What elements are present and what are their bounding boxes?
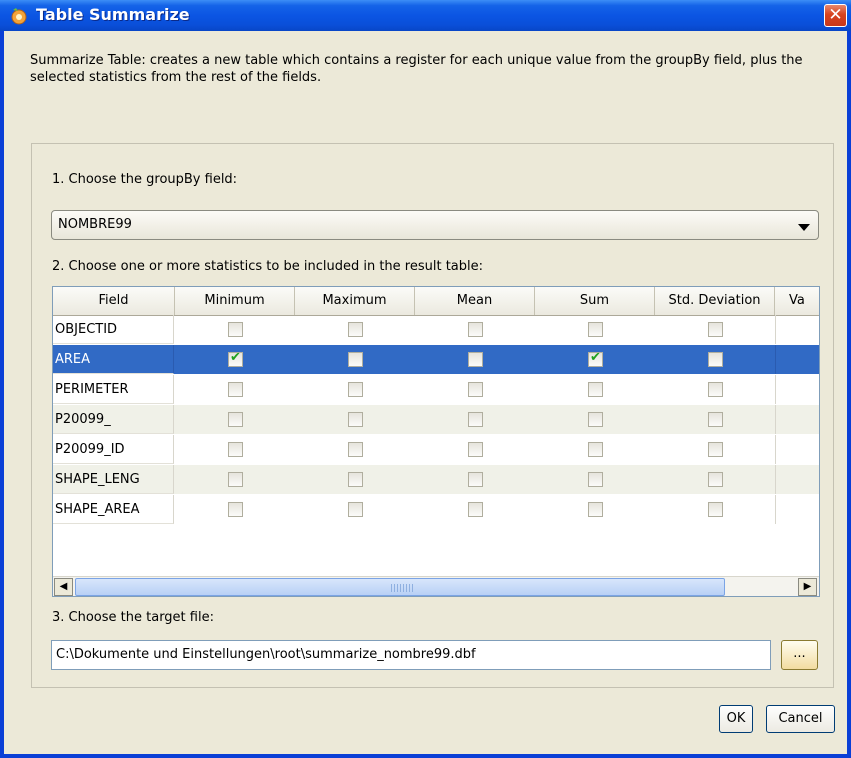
gvsig-app-icon: [11, 8, 27, 25]
sum-checkbox[interactable]: [588, 412, 603, 427]
description-text: Summarize Table: creates a new table whi…: [30, 53, 803, 85]
field-name-cell: AREA: [53, 345, 174, 374]
std-deviation-checkbox[interactable]: [708, 442, 723, 457]
column-header-maximum[interactable]: Maximum: [295, 287, 415, 315]
arrow-left-icon: ◀: [59, 581, 68, 592]
horizontal-scrollbar[interactable]: ◀ ▶: [53, 576, 819, 596]
maximum-checkbox[interactable]: [348, 412, 363, 427]
minimum-checkbox[interactable]: [228, 502, 243, 517]
std-deviation-checkbox[interactable]: [708, 322, 723, 337]
cancel-button[interactable]: Cancel: [766, 705, 835, 733]
variance-cell: [775, 495, 776, 524]
field-name-cell: SHAPE_LENG: [53, 465, 174, 494]
minimum-checkbox[interactable]: [228, 472, 243, 487]
field-name-cell: P20099_: [53, 405, 174, 434]
variance-cell: [775, 345, 776, 374]
variance-cell: [775, 315, 776, 344]
variance-cell: [775, 375, 776, 404]
field-name-cell: P20099_ID: [53, 435, 174, 464]
column-header-minimum[interactable]: Minimum: [175, 287, 295, 315]
scroll-left-button[interactable]: ◀: [54, 578, 73, 596]
maximum-checkbox[interactable]: [348, 322, 363, 337]
minimum-checkbox[interactable]: [228, 322, 243, 337]
scroll-right-button[interactable]: ▶: [798, 578, 817, 596]
mean-checkbox[interactable]: [468, 472, 483, 487]
groupby-combobox[interactable]: NOMBRE99: [51, 210, 819, 240]
statistics-label: 2. Choose one or more statistics to be i…: [52, 259, 484, 274]
table-row[interactable]: PERIMETER: [53, 375, 819, 404]
variance-cell: [775, 405, 776, 434]
column-header-std-deviation[interactable]: Std. Deviation: [655, 287, 775, 315]
sum-checkbox[interactable]: [588, 472, 603, 487]
mean-checkbox[interactable]: [468, 352, 483, 367]
checkmark-icon: ✔: [230, 350, 241, 365]
target-file-label: 3. Choose the target file:: [52, 610, 214, 625]
mean-checkbox[interactable]: [468, 502, 483, 517]
std-deviation-checkbox[interactable]: [708, 502, 723, 517]
ok-button[interactable]: OK: [719, 705, 753, 733]
maximum-checkbox[interactable]: [348, 382, 363, 397]
table-header: Field Minimum Maximum Mean Sum Std. Devi…: [53, 287, 819, 316]
mean-checkbox[interactable]: [468, 382, 483, 397]
statistics-table: Field Minimum Maximum Mean Sum Std. Devi…: [52, 286, 820, 597]
minimum-checkbox[interactable]: [228, 412, 243, 427]
minimum-checkbox[interactable]: [228, 382, 243, 397]
title-bar[interactable]: Table Summarize ✕: [0, 0, 851, 31]
variance-cell: [775, 465, 776, 494]
table-row[interactable]: OBJECTID: [53, 315, 819, 344]
table-row[interactable]: SHAPE_LENG: [53, 465, 819, 494]
mean-checkbox[interactable]: [468, 442, 483, 457]
arrow-right-icon: ▶: [803, 581, 812, 592]
sum-checkbox[interactable]: [588, 502, 603, 517]
mean-checkbox[interactable]: [468, 322, 483, 337]
field-name-cell: OBJECTID: [53, 315, 174, 344]
variance-cell: [775, 435, 776, 464]
field-name-cell: SHAPE_AREA: [53, 495, 174, 524]
column-header-sum[interactable]: Sum: [535, 287, 655, 315]
maximum-checkbox[interactable]: [348, 442, 363, 457]
dialog-window: Table Summarize ✕ Summarize Table: creat…: [0, 0, 851, 758]
std-deviation-checkbox[interactable]: [708, 382, 723, 397]
maximum-checkbox[interactable]: [348, 352, 363, 367]
browse-button[interactable]: ...: [781, 640, 818, 670]
close-icon: ✕: [828, 5, 843, 25]
column-header-mean[interactable]: Mean: [415, 287, 535, 315]
column-header-field[interactable]: Field: [53, 287, 175, 315]
table-row[interactable]: SHAPE_AREA: [53, 495, 819, 524]
mean-checkbox[interactable]: [468, 412, 483, 427]
maximum-checkbox[interactable]: [348, 502, 363, 517]
groupby-label: 1. Choose the groupBy field:: [52, 172, 238, 187]
sum-checkbox[interactable]: [588, 442, 603, 457]
std-deviation-checkbox[interactable]: [708, 352, 723, 367]
field-name-cell: PERIMETER: [53, 375, 174, 404]
minimum-checkbox[interactable]: [228, 442, 243, 457]
column-header-variance[interactable]: Va: [775, 287, 819, 315]
minimum-checkbox[interactable]: ✔: [228, 350, 243, 367]
sum-checkbox[interactable]: [588, 382, 603, 397]
scrollbar-thumb[interactable]: [75, 578, 725, 596]
groupby-selected-value: NOMBRE99: [58, 217, 132, 232]
maximum-checkbox[interactable]: [348, 472, 363, 487]
checkmark-icon: ✔: [590, 350, 601, 365]
close-button[interactable]: ✕: [824, 4, 847, 27]
target-file-input[interactable]: C:\Dokumente und Einstellungen\root\summ…: [51, 640, 771, 670]
sum-checkbox[interactable]: ✔: [588, 350, 603, 367]
chevron-down-icon[interactable]: [798, 224, 810, 231]
window-title: Table Summarize: [36, 5, 190, 24]
table-row[interactable]: P20099_: [53, 405, 819, 434]
std-deviation-checkbox[interactable]: [708, 412, 723, 427]
grip-icon: [391, 584, 413, 592]
table-row[interactable]: P20099_ID: [53, 435, 819, 464]
table-row[interactable]: AREA ✔ ✔: [53, 345, 819, 374]
sum-checkbox[interactable]: [588, 322, 603, 337]
std-deviation-checkbox[interactable]: [708, 472, 723, 487]
